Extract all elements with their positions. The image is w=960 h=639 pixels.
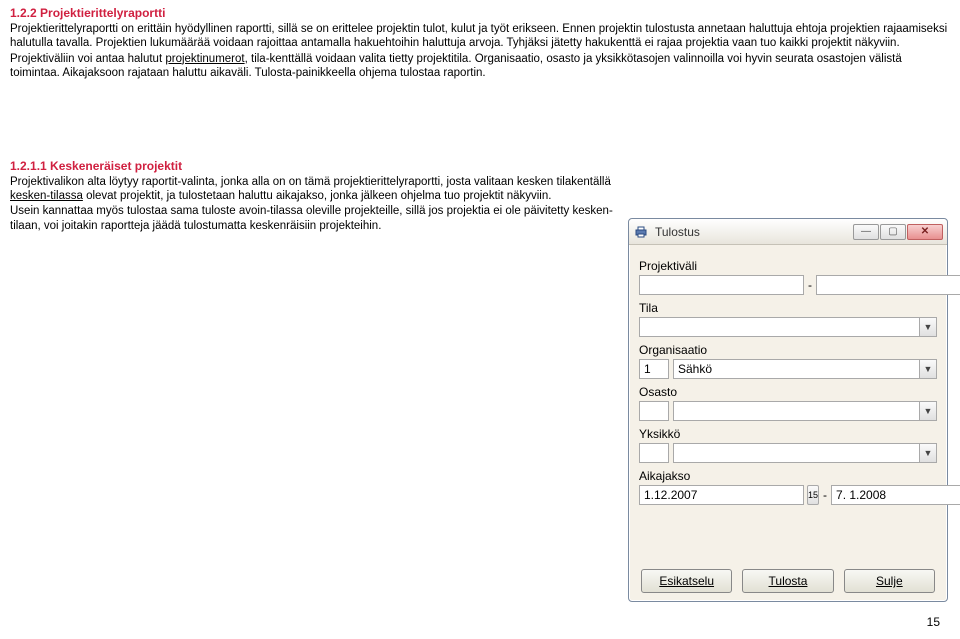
- calendar-icon[interactable]: 15: [807, 485, 819, 505]
- subsection-number: 1.2.1.1: [10, 159, 47, 173]
- dash: -: [808, 278, 812, 292]
- osasto-name-input[interactable]: [673, 401, 920, 421]
- subsection-p1c: olevat projektit, ja tulostetaan haluttu…: [83, 190, 552, 202]
- sulje-button[interactable]: Sulje: [844, 569, 935, 593]
- yksikko-combo[interactable]: ▼: [673, 443, 937, 463]
- chevron-down-icon[interactable]: ▼: [919, 359, 937, 379]
- subsection-p1: Projektivalikon alta löytyy raportit-val…: [10, 175, 620, 204]
- section-p1: Projektierittelyraportti on erittäin hyö…: [10, 22, 950, 51]
- tila-input[interactable]: [639, 317, 920, 337]
- subsection-p1b: kesken-tilassa: [10, 190, 83, 202]
- tila-combo[interactable]: ▼: [639, 317, 937, 337]
- label-tila: Tila: [639, 301, 937, 315]
- date-from-input[interactable]: [639, 485, 804, 505]
- section-number: 1.2.2: [10, 6, 37, 20]
- minimize-button[interactable]: —: [853, 224, 879, 240]
- chevron-down-icon[interactable]: ▼: [919, 317, 937, 337]
- projektivali-from-input[interactable]: [639, 275, 804, 295]
- label-organisaatio: Organisaatio: [639, 343, 937, 357]
- maximize-button[interactable]: ▢: [880, 224, 906, 240]
- projektivali-to-input[interactable]: [816, 275, 960, 295]
- date-to-input[interactable]: [831, 485, 960, 505]
- subsection-title: Keskeneräiset projektit: [50, 159, 182, 173]
- subsection-p2: Usein kannattaa myös tulostaa sama tulos…: [10, 204, 620, 233]
- label-osasto: Osasto: [639, 385, 937, 399]
- organisaatio-num-input[interactable]: [639, 359, 669, 379]
- section-title: Projektierittelyraportti: [40, 6, 165, 20]
- section-p2: Projektiväliin voi antaa halutut projekt…: [10, 52, 950, 81]
- chevron-down-icon[interactable]: ▼: [919, 443, 937, 463]
- section-heading: 1.2.2 Projektierittelyraportti: [10, 6, 620, 20]
- organisaatio-combo[interactable]: ▼: [673, 359, 937, 379]
- section-p2a: Projektiväliin voi antaa halutut: [10, 53, 165, 65]
- chevron-down-icon[interactable]: ▼: [919, 401, 937, 421]
- label-yksikko: Yksikkö: [639, 427, 937, 441]
- tulosta-button[interactable]: Tulosta: [742, 569, 833, 593]
- label-aikajakso: Aikajakso: [639, 469, 937, 483]
- yksikko-num-input[interactable]: [639, 443, 669, 463]
- subsection-heading: 1.2.1.1 Keskeneräiset projektit: [10, 159, 620, 173]
- subsection-p1a: Projektivalikon alta löytyy raportit-val…: [10, 176, 611, 188]
- dialog-title: Tulostus: [655, 225, 852, 239]
- label-projektivali: Projektiväli: [639, 259, 937, 273]
- organisaatio-name-input[interactable]: [673, 359, 920, 379]
- osasto-combo[interactable]: ▼: [673, 401, 937, 421]
- osasto-num-input[interactable]: [639, 401, 669, 421]
- close-button[interactable]: ✕: [907, 224, 943, 240]
- page-number: 15: [927, 615, 940, 629]
- print-dialog: Tulostus — ▢ ✕ Projektiväli - Tila ▼ Org…: [628, 218, 948, 602]
- dialog-titlebar[interactable]: Tulostus — ▢ ✕: [629, 219, 947, 245]
- yksikko-name-input[interactable]: [673, 443, 920, 463]
- printer-icon: [633, 224, 649, 240]
- dash: -: [823, 488, 827, 502]
- section-p2b: projektinumerot: [165, 53, 244, 65]
- esikatselu-button[interactable]: Esikatselu: [641, 569, 732, 593]
